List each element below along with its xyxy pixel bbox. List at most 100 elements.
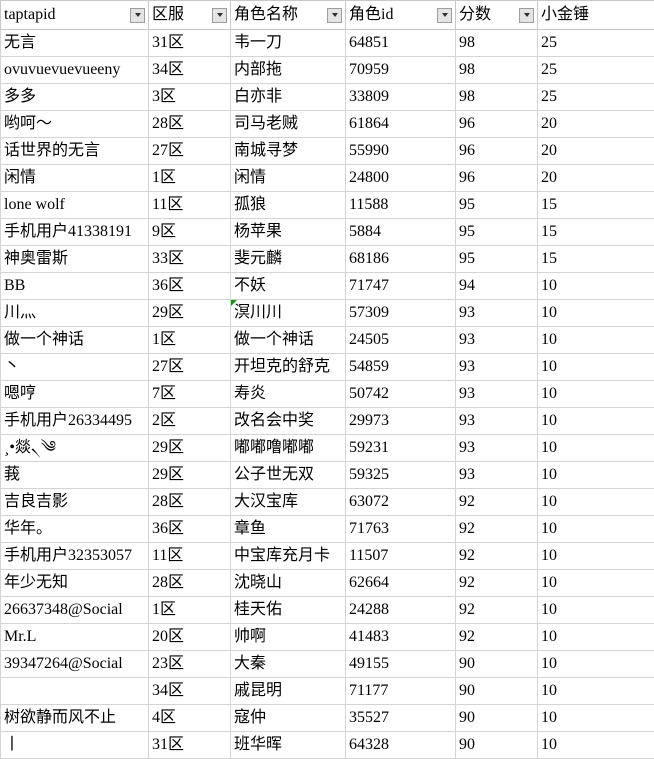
cell-qufu[interactable]: 1区	[149, 165, 231, 192]
cell-roleid[interactable]: 71763	[346, 516, 456, 543]
cell-hammer[interactable]: 15	[538, 192, 654, 219]
cell-roleid[interactable]: 24288	[346, 597, 456, 624]
cell-qufu[interactable]: 9区	[149, 219, 231, 246]
cell-name[interactable]: 内部拖	[231, 57, 346, 84]
cell-score[interactable]: 96	[456, 111, 538, 138]
cell-qufu[interactable]: 31区	[149, 732, 231, 759]
cell-roleid[interactable]: 70959	[346, 57, 456, 84]
cell-name[interactable]: 班华晖	[231, 732, 346, 759]
filter-dropdown-icon-qufu[interactable]	[212, 8, 227, 23]
cell-taptapid[interactable]: 华年。	[1, 516, 149, 543]
cell-name[interactable]: 闲情	[231, 165, 346, 192]
cell-taptapid[interactable]: lone wolf	[1, 192, 149, 219]
cell-score[interactable]: 93	[456, 435, 538, 462]
cell-hammer[interactable]: 10	[538, 570, 654, 597]
filter-dropdown-icon-score[interactable]	[519, 8, 534, 23]
cell-score[interactable]: 96	[456, 165, 538, 192]
cell-qufu[interactable]: 36区	[149, 273, 231, 300]
cell-name[interactable]: 斐元麟	[231, 246, 346, 273]
cell-roleid[interactable]: 35527	[346, 705, 456, 732]
filter-dropdown-icon-taptapid[interactable]	[130, 8, 145, 23]
cell-taptapid[interactable]: 闲情	[1, 165, 149, 192]
cell-name[interactable]: 桂天佑	[231, 597, 346, 624]
cell-score[interactable]: 90	[456, 678, 538, 705]
cell-name[interactable]: 司马老贼	[231, 111, 346, 138]
cell-roleid[interactable]: 50742	[346, 381, 456, 408]
cell-hammer[interactable]: 10	[538, 624, 654, 651]
cell-qufu[interactable]: 34区	[149, 57, 231, 84]
cell-roleid[interactable]: 55990	[346, 138, 456, 165]
cell-hammer[interactable]: 15	[538, 219, 654, 246]
cell-score[interactable]: 98	[456, 30, 538, 57]
cell-taptapid[interactable]: 丨	[1, 732, 149, 759]
cell-taptapid[interactable]: 39347264@Social	[1, 651, 149, 678]
cell-name[interactable]: 南城寻梦	[231, 138, 346, 165]
cell-qufu[interactable]: 29区	[149, 435, 231, 462]
cell-roleid[interactable]: 59231	[346, 435, 456, 462]
cell-qufu[interactable]: 2区	[149, 408, 231, 435]
cell-taptapid[interactable]: 丶	[1, 354, 149, 381]
filter-dropdown-icon-roleid[interactable]	[437, 8, 452, 23]
cell-hammer[interactable]: 10	[538, 435, 654, 462]
cell-roleid[interactable]: 57309	[346, 300, 456, 327]
cell-hammer[interactable]: 25	[538, 84, 654, 111]
cell-taptapid[interactable]: 神奥雷斯	[1, 246, 149, 273]
cell-hammer[interactable]: 10	[538, 732, 654, 759]
cell-score[interactable]: 92	[456, 624, 538, 651]
cell-qufu[interactable]: 7区	[149, 381, 231, 408]
cell-hammer[interactable]: 20	[538, 165, 654, 192]
cell-roleid[interactable]: 24505	[346, 327, 456, 354]
cell-score[interactable]: 93	[456, 300, 538, 327]
cell-hammer[interactable]: 10	[538, 408, 654, 435]
cell-name[interactable]: 开坦克的舒克	[231, 354, 346, 381]
cell-taptapid[interactable]: 手机用户32353057	[1, 543, 149, 570]
cell-roleid[interactable]: 41483	[346, 624, 456, 651]
cell-hammer[interactable]: 10	[538, 597, 654, 624]
cell-score[interactable]: 90	[456, 705, 538, 732]
cell-roleid[interactable]: 64851	[346, 30, 456, 57]
cell-hammer[interactable]: 20	[538, 138, 654, 165]
cell-score[interactable]: 94	[456, 273, 538, 300]
cell-qufu[interactable]: 28区	[149, 570, 231, 597]
cell-hammer[interactable]: 10	[538, 381, 654, 408]
cell-taptapid[interactable]: 川灬	[1, 300, 149, 327]
cell-roleid[interactable]: 62664	[346, 570, 456, 597]
cell-name[interactable]: 白亦非	[231, 84, 346, 111]
cell-qufu[interactable]: 33区	[149, 246, 231, 273]
cell-score[interactable]: 93	[456, 462, 538, 489]
cell-hammer[interactable]: 10	[538, 678, 654, 705]
cell-score[interactable]: 95	[456, 246, 538, 273]
cell-score[interactable]: 93	[456, 408, 538, 435]
cell-name[interactable]: 中宝库充月卡	[231, 543, 346, 570]
cell-qufu[interactable]: 23区	[149, 651, 231, 678]
cell-score[interactable]: 95	[456, 192, 538, 219]
cell-name[interactable]: 寿炎	[231, 381, 346, 408]
cell-name[interactable]: 章鱼	[231, 516, 346, 543]
cell-score[interactable]: 98	[456, 57, 538, 84]
cell-roleid[interactable]: 59325	[346, 462, 456, 489]
cell-taptapid[interactable]: BB	[1, 273, 149, 300]
cell-hammer[interactable]: 20	[538, 111, 654, 138]
cell-taptapid[interactable]: 做一个神话	[1, 327, 149, 354]
cell-name[interactable]: 杨苹果	[231, 219, 346, 246]
cell-qufu[interactable]: 11区	[149, 192, 231, 219]
cell-qufu[interactable]: 27区	[149, 138, 231, 165]
cell-taptapid[interactable]: 手机用户41338191	[1, 219, 149, 246]
cell-name[interactable]: 戚昆明	[231, 678, 346, 705]
cell-taptapid[interactable]: ovuvuevuevueeny	[1, 57, 149, 84]
cell-qufu[interactable]: 1区	[149, 327, 231, 354]
cell-hammer[interactable]: 10	[538, 327, 654, 354]
cell-qufu[interactable]: 27区	[149, 354, 231, 381]
cell-name[interactable]: 沈晓山	[231, 570, 346, 597]
cell-qufu[interactable]: 3区	[149, 84, 231, 111]
cell-hammer[interactable]: 10	[538, 300, 654, 327]
cell-name[interactable]: 大汉宝库	[231, 489, 346, 516]
cell-roleid[interactable]: 29973	[346, 408, 456, 435]
cell-name[interactable]: 嘟嘟噜嘟嘟	[231, 435, 346, 462]
cell-roleid[interactable]: 68186	[346, 246, 456, 273]
cell-hammer[interactable]: 10	[538, 273, 654, 300]
cell-taptapid[interactable]	[1, 678, 149, 705]
cell-score[interactable]: 92	[456, 516, 538, 543]
cell-qufu[interactable]: 4区	[149, 705, 231, 732]
cell-qufu[interactable]: 28区	[149, 111, 231, 138]
